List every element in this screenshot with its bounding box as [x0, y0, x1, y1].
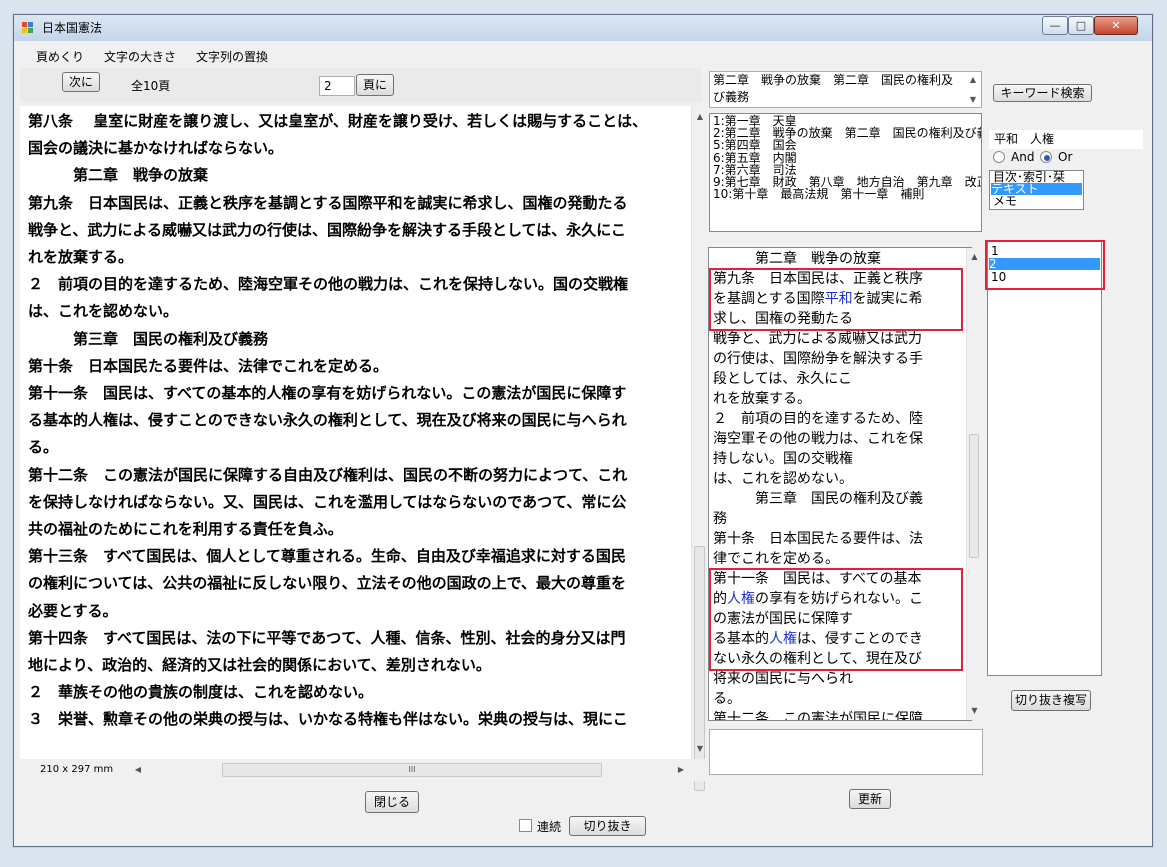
document-line: ２ 前項の目的を達するため、陸海空軍その他の戦力は、これを保持しない。国の交戦権	[28, 275, 629, 294]
document-line: 戦争と、武力による威嚇又は武力の行使は、国際紛争を解決する手段としては、永久にこ	[28, 220, 626, 239]
heading-scroll-up[interactable]: ▲	[968, 75, 978, 84]
document-line: を保持しなければならない。又、国民は、これを濫用してはならないのであつて、常に公	[28, 492, 627, 511]
continuous-checkbox[interactable]	[519, 819, 532, 832]
scroll-down-arrow[interactable]: ▼	[694, 744, 706, 753]
chapter-list-item[interactable]: 6:第五章 内閣	[713, 151, 797, 163]
minimize-button[interactable]: —	[1042, 16, 1068, 35]
or-radio-label: Or	[1058, 150, 1073, 164]
keyword-search-button[interactable]: キーワード検索	[993, 84, 1092, 102]
next-page-button[interactable]: 次に	[62, 72, 100, 92]
and-radio[interactable]	[993, 151, 1005, 163]
excerpt-line: 海空軍その他の戦力は、これを保	[713, 431, 923, 447]
document-line: 必要とする。	[28, 601, 118, 620]
document-vertical-scrollbar[interactable]: ▲ ▼	[691, 106, 707, 791]
document-line: 国会の議決に基かなければならない。	[28, 139, 284, 158]
document-line: 第三章 国民の権利及び義務	[28, 329, 269, 348]
or-radio[interactable]	[1040, 151, 1052, 163]
document-line: れを放棄する。	[28, 248, 134, 266]
excerpt-highlight-box-1	[709, 268, 963, 331]
excerpt-vertical-scrollbar[interactable]: ▲ ▼	[966, 248, 981, 720]
close-window-button[interactable]: ✕	[1094, 16, 1138, 35]
and-radio-label: And	[1011, 150, 1035, 164]
excerpt-line: れを放棄する。	[713, 391, 811, 407]
chapter-list[interactable]: 1:第一章 天皇 2:第二章 戦争の放棄 第二章 国民の権利及び義 5:第四章 国会…	[709, 113, 982, 232]
document-line: る。	[28, 438, 59, 457]
excerpt-scroll-thumb[interactable]	[969, 434, 979, 558]
document-line: 第二章 戦争の放棄	[28, 166, 209, 185]
results-highlight-box	[985, 240, 1105, 290]
horizontal-scroll-thumb[interactable]: III	[222, 763, 602, 777]
excerpt-line: 戦争と、武力による威嚇又は武力	[713, 331, 923, 347]
document-line: 地により、政治的、経済的又は社会的関係において、差別されない。	[28, 656, 491, 674]
document-line: 第十三条 すべて国民は、個人として尊重される。生命、自由及び幸福追求に対する国民	[28, 547, 626, 566]
excerpt-text-view[interactable]: 第二章 戦争の放棄 第九条 日本国民は、正義と秩序 を基調とする国際平和を誠実に希求…	[708, 247, 972, 721]
excerpt-line: は、これを認めない。	[713, 471, 853, 487]
excerpt-line: 第十二条 この憲法が国民に保障	[713, 711, 923, 721]
window-title: 日本国憲法	[42, 21, 103, 35]
excerpt-line: 律でこれを定める。	[713, 551, 839, 567]
excerpt-line: ２ 前項の目的を達するため、陸	[713, 411, 923, 427]
document-line: は、これを認めない。	[28, 302, 179, 321]
excerpt-line: 第三章 国民の権利及び義	[713, 491, 923, 507]
document-line: ２ 華族その他の貴族の制度は、これを認めない。	[28, 683, 374, 702]
keyword-input[interactable]: 平和 人権	[989, 130, 1143, 149]
document-line: 第九条 日本国民は、正義と秩序を基調とする国際平和を誠実に希求し、国権の発動たる	[28, 193, 628, 212]
update-button[interactable]: 更新	[849, 789, 891, 809]
heading-scroll-down[interactable]: ▼	[968, 95, 978, 104]
document-line: 第八条 皇室に財産を譲り渡し、又は皇室が、財産を譲り受け、若しくは賜与することは…	[28, 112, 648, 130]
excerpt-line: 持しない。国の交戦権	[713, 451, 853, 467]
document-line: 第十条 日本国民たる要件は、法律でこれを定める。	[28, 356, 389, 375]
excerpt-line: る。	[713, 691, 741, 707]
memo-textarea[interactable]	[709, 729, 983, 775]
excerpt-line: 第十条 日本国民たる要件は、法	[713, 531, 923, 547]
excerpt-scroll-up[interactable]: ▲	[969, 252, 980, 261]
page-size-label: 210 x 297 mm	[40, 764, 114, 775]
scroll-left-arrow[interactable]: ◀	[133, 765, 143, 774]
menu-page-turn[interactable]: 頁めくり	[36, 48, 84, 65]
scroll-right-arrow[interactable]: ▶	[676, 765, 686, 774]
go-to-page-button[interactable]: 頁に	[356, 74, 394, 96]
menu-bar	[20, 44, 1147, 66]
excerpt-scroll-down[interactable]: ▼	[969, 706, 980, 715]
scroll-up-arrow[interactable]: ▲	[694, 112, 706, 121]
document-line: 共の福祉のためにこれを利用する責任を負ふ。	[28, 520, 343, 538]
cut-button[interactable]: 切り抜き	[569, 816, 646, 836]
current-heading-box[interactable]: 第二章 戦争の放棄 第二章 国民の権利及び義務	[709, 71, 982, 108]
title-bar[interactable]	[14, 15, 1152, 41]
search-target-list[interactable]: 目次･索引･栞 テキスト メモ	[989, 170, 1084, 210]
document-line: ３ 栄誉、勲章その他の栄典の授与は、いかなる特権も伴はない。栄典の授与は、現にこ	[28, 710, 628, 729]
continuous-label: 連続	[537, 820, 562, 834]
document-line: 第十一条 国民は、すべての基本的人権の享有を妨げられない。この憲法が国民に保障す	[28, 384, 627, 402]
excerpt-line: 段としては、永久にこ	[713, 371, 853, 387]
menu-replace[interactable]: 文字列の置換	[196, 48, 268, 65]
scroll-thumb[interactable]	[694, 546, 705, 791]
document-line: る基本的人権は、侵すことのできない永久の権利として、現在及び将来の国民に与へられ	[28, 411, 627, 430]
excerpt-highlight-box-2	[709, 568, 963, 671]
search-target-item[interactable]: メモ	[993, 195, 1017, 207]
menu-font-size[interactable]: 文字の大きさ	[104, 48, 176, 65]
document-text-view[interactable]: 第八条 皇室に財産を譲り渡し、又は皇室が、財産を譲り受け、若しくは賜与することは…	[20, 106, 691, 759]
page-number-input[interactable]: 2	[319, 76, 355, 96]
excerpt-line: 第二章 戦争の放棄	[713, 251, 881, 267]
excerpt-line: 務	[713, 511, 727, 527]
document-line: 第十二条 この憲法が国民に保障する自由及び権利は、国民の不断の努力によつて、これ	[28, 465, 628, 484]
total-pages-label: 全10頁	[131, 79, 171, 93]
maximize-button[interactable]: □	[1068, 16, 1094, 35]
cut-copy-button[interactable]: 切り抜き複写	[1011, 690, 1091, 711]
excerpt-line: の行使は、国際紛争を解決する手	[713, 351, 923, 367]
app-icon	[22, 22, 35, 34]
chapter-list-item[interactable]: 5:第四章 国会	[713, 139, 797, 151]
document-line: 第十四条 すべて国民は、法の下に平等であつて、人種、信条、性別、社会的身分又は門	[28, 628, 626, 647]
close-button[interactable]: 閉じる	[365, 791, 419, 813]
document-line: の権利については、公共の福祉に反しない限り、立法その他の国政の上で、最大の尊重を	[28, 574, 627, 593]
result-page-list[interactable]: 1 2 10	[987, 241, 1102, 676]
chapter-list-item[interactable]: 10:第十章 最高法規 第十一章 補則	[713, 188, 924, 200]
excerpt-line: 将来の国民に与へられ	[713, 671, 853, 687]
